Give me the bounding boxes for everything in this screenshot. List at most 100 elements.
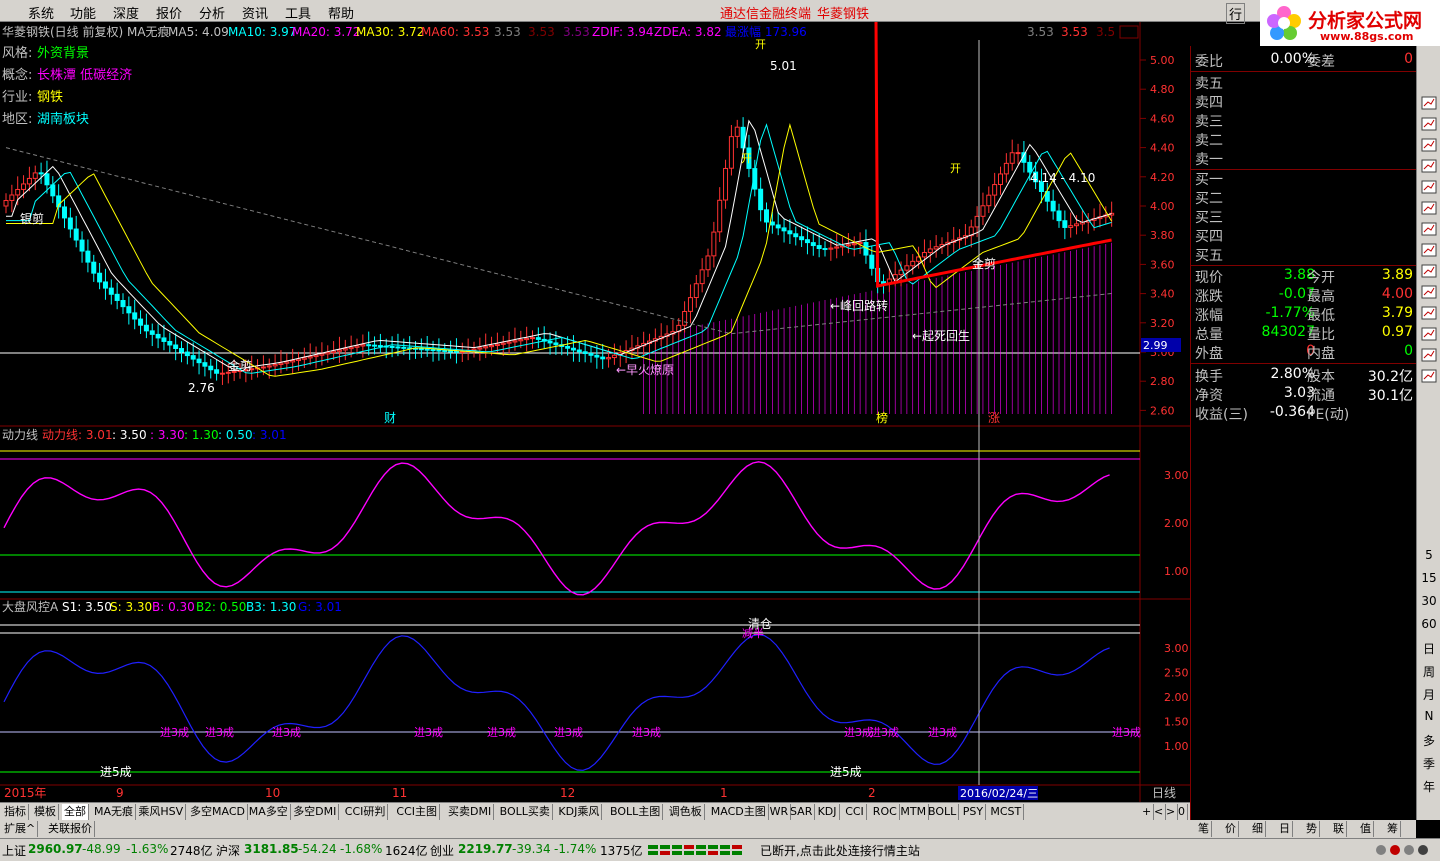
tab-related-quote[interactable]: 关联报价	[46, 821, 95, 837]
period-button[interactable]: N	[1419, 709, 1439, 727]
indicator-tab[interactable]: ROC	[871, 804, 900, 820]
period-button[interactable]: 周	[1419, 663, 1439, 681]
quote-label2: 量比	[1307, 327, 1335, 343]
right-tab[interactable]: 筹	[1385, 821, 1401, 837]
period-button[interactable]: 60	[1419, 617, 1439, 635]
ind2-g: G: 3.01	[298, 600, 342, 614]
weicha-label: 委差	[1307, 54, 1335, 70]
quote-label2: 股本	[1307, 369, 1335, 385]
indicator-tab[interactable]: 模板	[32, 804, 59, 820]
candle-body	[547, 340, 553, 344]
right-tab[interactable]: 笔	[1196, 821, 1212, 837]
candle-body	[278, 362, 284, 366]
indicator-tab[interactable]: MA多空	[247, 804, 291, 820]
period-button[interactable]: 月	[1419, 686, 1439, 704]
toolbar-chart-icon[interactable]	[1419, 285, 1439, 303]
candle-body	[313, 354, 319, 358]
right-tab[interactable]: 联	[1331, 821, 1347, 837]
ind1-e: : 3.01	[252, 428, 287, 442]
indicator-tab[interactable]: 调色板	[667, 804, 705, 820]
indicator-tab[interactable]: 指标	[2, 804, 29, 820]
toolbar-chart-icon[interactable]	[1419, 180, 1439, 198]
indicator-tab[interactable]: 乘风HSV	[136, 804, 187, 820]
indicator-tab[interactable]: CCI主图	[394, 804, 440, 820]
annot-kai1: 开	[755, 38, 766, 51]
indicator-tab[interactable]: 买卖DMI	[446, 804, 495, 820]
candle-body	[717, 199, 723, 233]
candle-body	[851, 243, 857, 246]
toolbar-chart-icon[interactable]	[1419, 96, 1439, 114]
indicator-tab[interactable]: BOLL主图	[608, 804, 664, 820]
indicator-tab[interactable]: MCST	[988, 804, 1025, 820]
indicator-tab[interactable]: MTM	[898, 804, 930, 820]
menu-help[interactable]: 帮助	[328, 3, 354, 22]
period-button[interactable]: 多	[1419, 732, 1439, 750]
candle-body	[448, 350, 454, 353]
indicator-tab[interactable]: SAR	[788, 804, 816, 820]
indicator-tab[interactable]: 全部	[62, 804, 89, 820]
indicator-tab[interactable]: KDJ乘风	[556, 804, 603, 820]
candle-body	[1009, 152, 1015, 164]
menu-system[interactable]: 系统	[28, 3, 54, 22]
menu-function[interactable]: 功能	[70, 3, 96, 22]
buy3-label: 买三	[1195, 210, 1223, 226]
tab-expand[interactable]: 扩展^	[2, 821, 39, 837]
candle-body	[284, 361, 290, 364]
right-tab[interactable]: 值	[1358, 821, 1374, 837]
toolbar-chart-icon[interactable]	[1419, 264, 1439, 282]
period-button[interactable]: 日	[1419, 640, 1439, 658]
tab-nav-button[interactable]: 0	[1176, 804, 1188, 820]
indicator-tab[interactable]: CCI研判	[343, 804, 389, 820]
quote-row: 收益(三) -0.364 PE(动)	[1195, 404, 1415, 423]
indicator-tab[interactable]: MACD主图	[709, 804, 769, 820]
right-tab[interactable]: 日	[1277, 821, 1293, 837]
indicator-tab[interactable]: BOLL买卖	[498, 804, 553, 820]
candle-body	[62, 206, 67, 219]
indicator-tab[interactable]: PSY	[961, 804, 987, 820]
menu-news[interactable]: 资讯	[242, 3, 268, 22]
indicator-tab[interactable]: 多空DMI	[291, 804, 340, 820]
candle-body	[910, 260, 916, 267]
menu-analysis[interactable]: 分析	[199, 3, 225, 22]
toolbar-chart-icon[interactable]	[1419, 138, 1439, 156]
period-button[interactable]: 季	[1419, 755, 1439, 773]
v3-value: 3.53	[563, 25, 590, 39]
connection-message[interactable]: 已断开,点击此处连接行情主站	[760, 842, 920, 859]
menu-tools[interactable]: 工具	[285, 3, 311, 22]
toolbar-chart-icon[interactable]	[1419, 201, 1439, 219]
indicator-tab[interactable]: KDJ	[816, 804, 840, 820]
v2-value: 3.53	[528, 25, 555, 39]
candle-body	[67, 217, 73, 230]
annot-kai3: 开	[950, 162, 961, 175]
site-logo: 分析家公式网 www.88gs.com	[1260, 0, 1440, 46]
toolbar-chart-icon[interactable]	[1419, 222, 1439, 240]
toolbar-chart-icon[interactable]	[1419, 369, 1439, 387]
menu-quote[interactable]: 报价	[156, 3, 182, 22]
period-button[interactable]: 30	[1419, 594, 1439, 612]
period-button[interactable]: 15	[1419, 571, 1439, 589]
toolbar-chart-icon[interactable]	[1419, 117, 1439, 135]
indicator-tab[interactable]: MA无痕	[92, 804, 137, 820]
kline-chart-svg[interactable]: 3.00 2.00 1.00 3.00 2.50 2.00 1.50 1.00 华菱钢铁(日线…	[0, 22, 1190, 802]
toolbar-chart-icon[interactable]	[1419, 327, 1439, 345]
right-tab[interactable]: 势	[1304, 821, 1320, 837]
chart-area[interactable]: 3.00 2.00 1.00 3.00 2.50 2.00 1.50 1.00 华菱钢铁(日线…	[0, 22, 1190, 802]
period-button[interactable]: 年	[1419, 778, 1439, 796]
candle-body	[97, 272, 103, 283]
period-button[interactable]: 5	[1419, 548, 1439, 566]
chart-close-icon[interactable]	[1119, 25, 1139, 39]
toolbar-chart-icon[interactable]	[1419, 159, 1439, 177]
ind2-s: S: 3.30	[110, 600, 152, 614]
indicator-tab[interactable]: CCI	[843, 804, 867, 820]
annot-peak: ←峰回路转	[830, 298, 888, 313]
quote-label: 净资	[1195, 388, 1223, 404]
indicator-tab[interactable]: BOLL	[926, 804, 960, 820]
toolbar-chart-icon[interactable]	[1419, 243, 1439, 261]
right-tab[interactable]: 价	[1223, 821, 1239, 837]
toolbar-chart-icon[interactable]	[1419, 348, 1439, 366]
right-tab[interactable]: 细	[1250, 821, 1266, 837]
toolbar-chart-icon[interactable]	[1419, 306, 1439, 324]
menu-depth[interactable]: 深度	[113, 3, 139, 22]
menu-right-button[interactable]: 行	[1226, 3, 1246, 24]
indicator-tab[interactable]: 多空MACD	[188, 804, 248, 820]
